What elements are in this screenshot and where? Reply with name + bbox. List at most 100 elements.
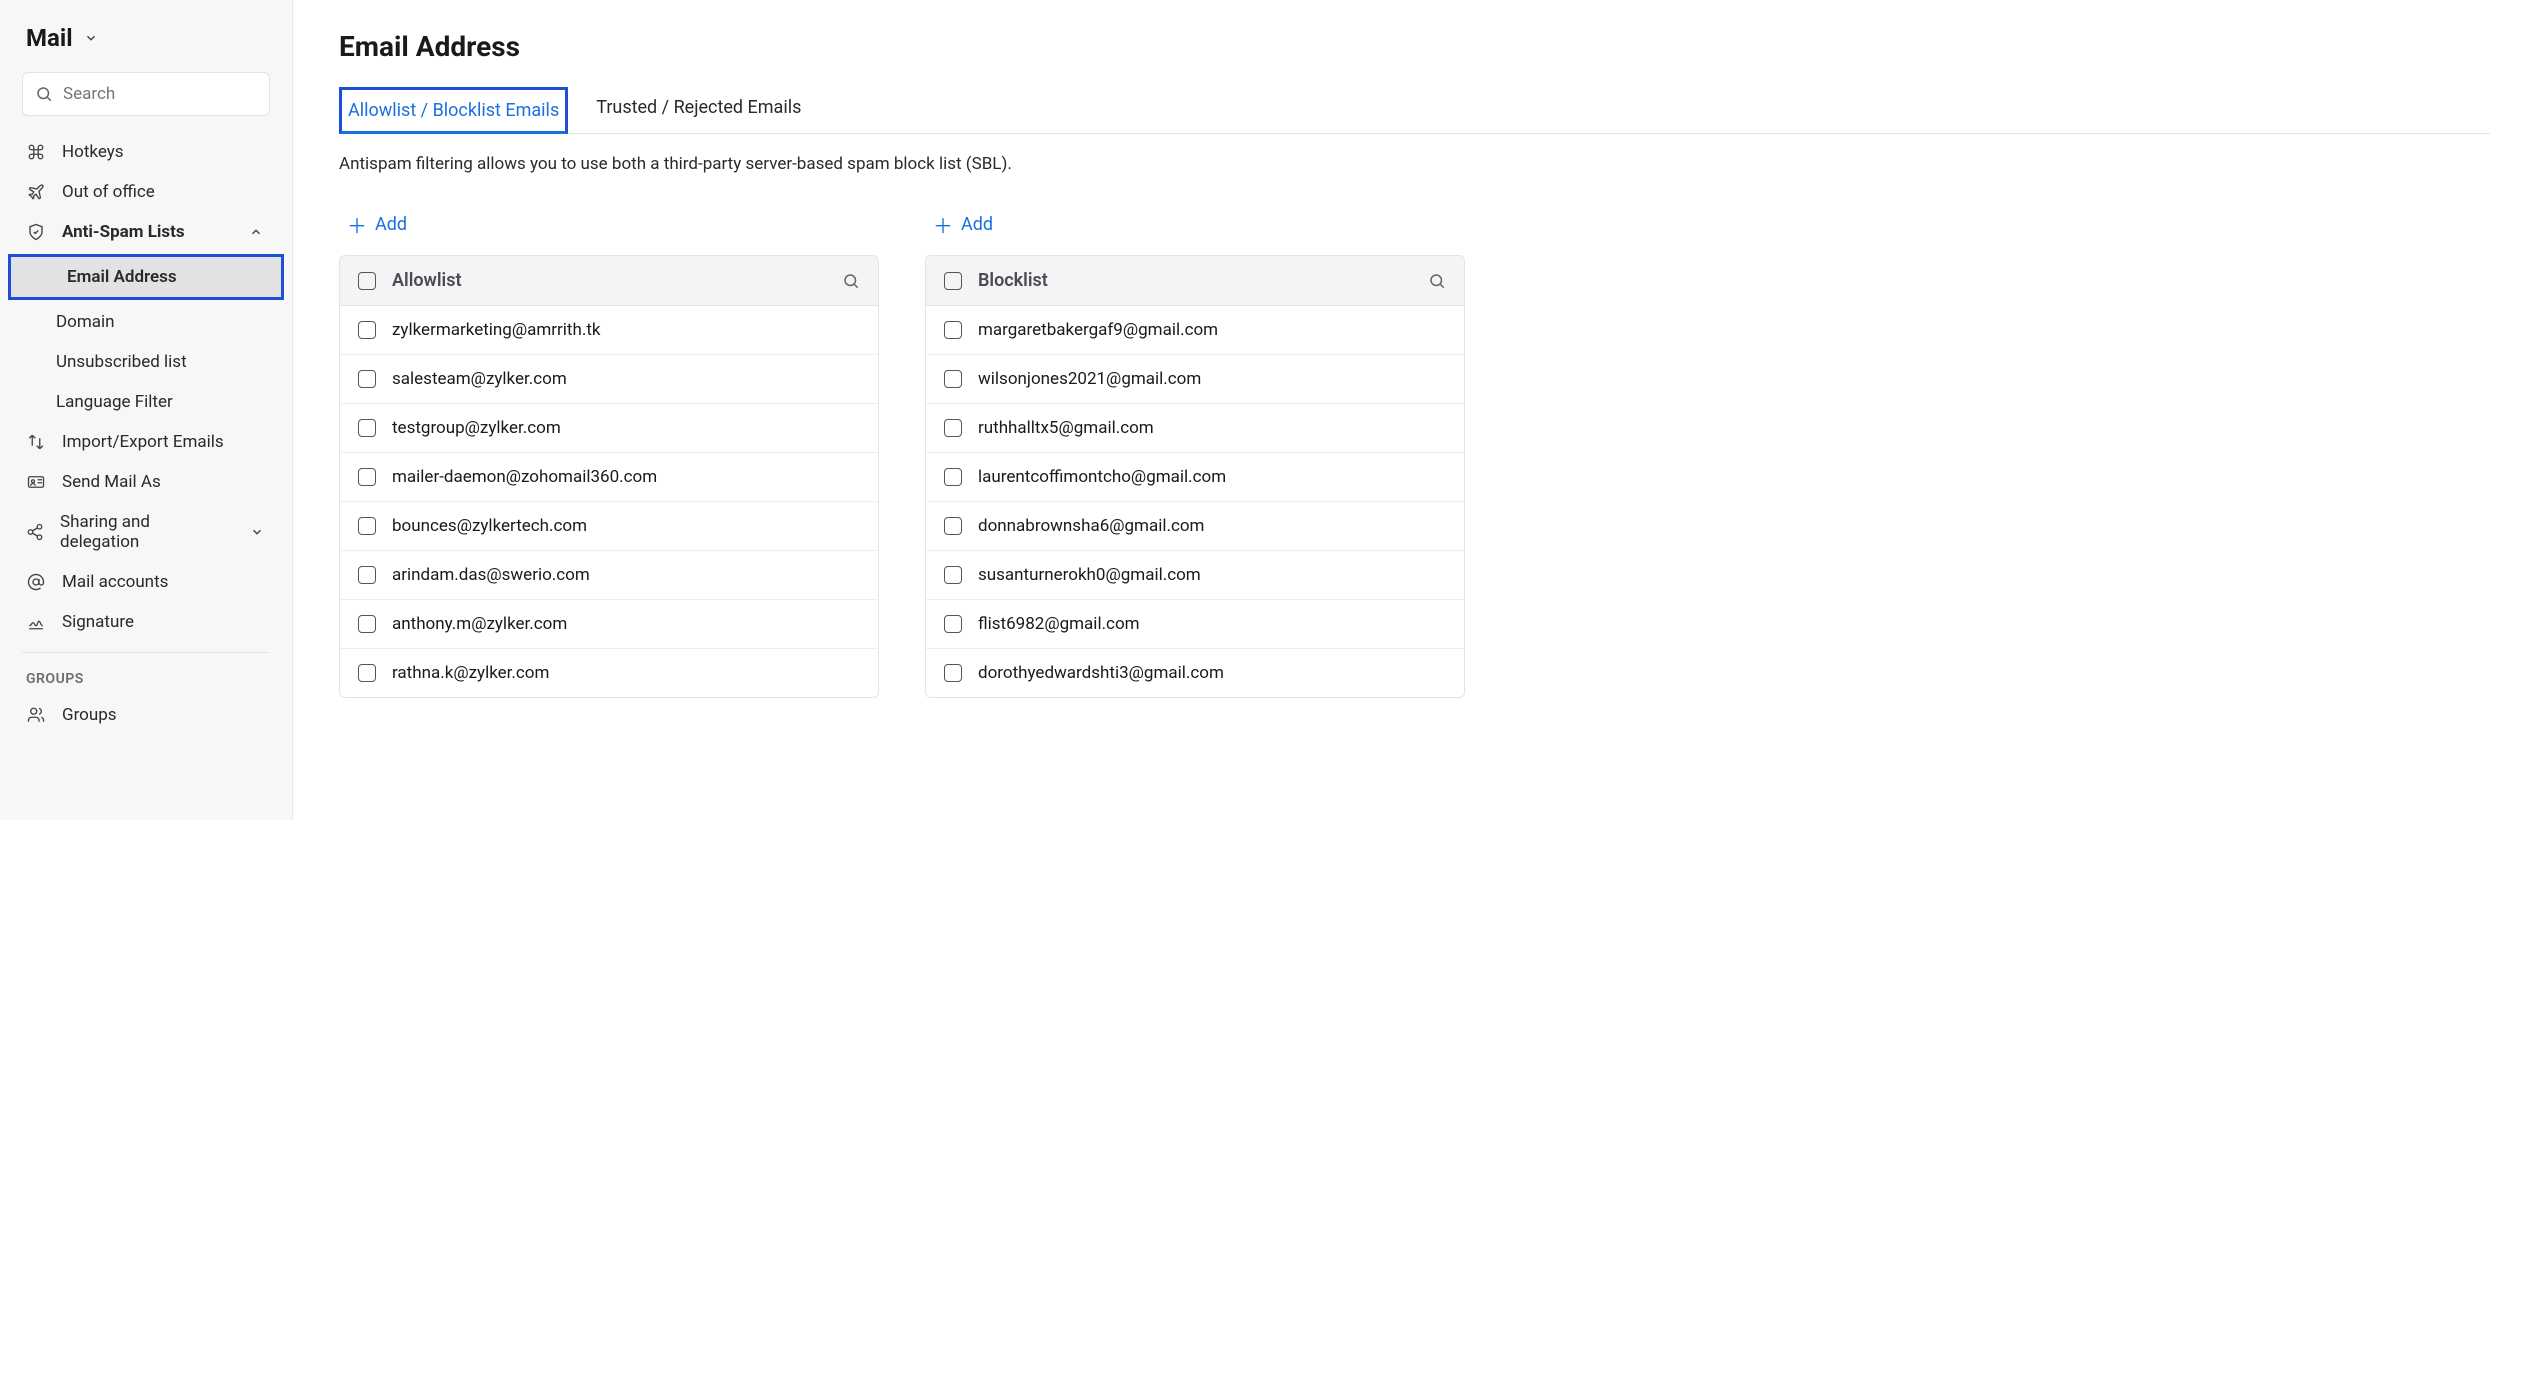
blocklist-row-email: margaretbakergaf9@gmail.com — [978, 320, 1218, 340]
allowlist-row[interactable]: rathna.k@zylker.com — [340, 649, 878, 697]
allowlist-row-checkbox[interactable] — [358, 566, 376, 584]
tab-allowlist-blocklist[interactable]: Allowlist / Blocklist Emails — [339, 87, 568, 134]
allowlist-row[interactable]: zylkermarketing@amrrith.tk — [340, 306, 878, 355]
sidebar-subitem-label: Unsubscribed list — [56, 352, 187, 372]
sidebar-item-send-mail-as[interactable]: Send Mail As — [0, 462, 292, 502]
at-sign-icon — [26, 572, 46, 592]
allowlist-row[interactable]: testgroup@zylker.com — [340, 404, 878, 453]
sidebar-item-hotkeys[interactable]: Hotkeys — [0, 132, 292, 172]
allowlist-row-email: anthony.m@zylker.com — [392, 614, 567, 634]
app-label: Mail — [26, 24, 73, 52]
blocklist-title: Blocklist — [978, 270, 1412, 291]
page-title: Email Address — [339, 30, 2490, 63]
sidebar: Mail Hotkeys Out of office Anti-Spam Lis… — [0, 0, 293, 820]
groups-label: GROUPS — [0, 663, 292, 695]
tab-trusted-rejected[interactable]: Trusted / Rejected Emails — [590, 87, 807, 133]
blocklist-row-email: wilsonjones2021@gmail.com — [978, 369, 1201, 389]
sidebar-item-out-of-office[interactable]: Out of office — [0, 172, 292, 212]
allowlist-row-checkbox[interactable] — [358, 419, 376, 437]
sidebar-subitem-label: Domain — [56, 312, 115, 332]
main-content: Email Address Allowlist / Blocklist Emai… — [293, 0, 2536, 820]
allowlist-row[interactable]: mailer-daemon@zohomail360.com — [340, 453, 878, 502]
share-icon — [26, 522, 44, 542]
command-icon — [26, 142, 46, 162]
mail-dropdown[interactable]: Mail — [0, 20, 292, 72]
blocklist-row-email: laurentcoffimontcho@gmail.com — [978, 467, 1226, 487]
sidebar-item-label: Groups — [62, 705, 117, 725]
blocklist-row-checkbox[interactable] — [944, 419, 962, 437]
plus-icon: ＋ — [347, 210, 367, 239]
sidebar-item-label: Send Mail As — [62, 472, 161, 492]
blocklist-row-checkbox[interactable] — [944, 517, 962, 535]
allowlist-header: Allowlist — [340, 256, 878, 306]
blocklist-row-checkbox[interactable] — [944, 615, 962, 633]
sidebar-item-label: Mail accounts — [62, 572, 168, 592]
blocklist-row[interactable]: flist6982@gmail.com — [926, 600, 1464, 649]
blocklist-row[interactable]: margaretbakergaf9@gmail.com — [926, 306, 1464, 355]
allowlist-row[interactable]: bounces@zylkertech.com — [340, 502, 878, 551]
blocklist-row[interactable]: ruthhalltx5@gmail.com — [926, 404, 1464, 453]
allowlist-row-checkbox[interactable] — [358, 517, 376, 535]
allowlist-row[interactable]: arindam.das@swerio.com — [340, 551, 878, 600]
sidebar-subitem-label: Language Filter — [56, 392, 173, 412]
allowlist-row-email: testgroup@zylker.com — [392, 418, 561, 438]
search-input[interactable] — [22, 72, 270, 116]
sidebar-subitem-unsubscribed[interactable]: Unsubscribed list — [0, 342, 292, 382]
sidebar-item-label: Hotkeys — [62, 142, 124, 162]
select-all-blocklist-checkbox[interactable] — [944, 272, 962, 290]
allowlist-row-checkbox[interactable] — [358, 468, 376, 486]
allowlist-row[interactable]: salesteam@zylker.com — [340, 355, 878, 404]
allowlist-panel: Allowlist zylkermarketing@amrrith.tk sale… — [339, 255, 879, 698]
allowlist-row-checkbox[interactable] — [358, 664, 376, 682]
chevron-down-icon — [81, 28, 101, 48]
blocklist-row-email: dorothyedwardshti3@gmail.com — [978, 663, 1224, 683]
search-field[interactable] — [63, 84, 285, 104]
sidebar-subitem-label: Email Address — [67, 267, 177, 287]
chevron-down-icon — [248, 522, 266, 542]
sidebar-item-label: Out of office — [62, 182, 155, 202]
blocklist-row-checkbox[interactable] — [944, 566, 962, 584]
allowlist-row-checkbox[interactable] — [358, 370, 376, 388]
sidebar-subitem-language-filter[interactable]: Language Filter — [0, 382, 292, 422]
allowlist-row-email: salesteam@zylker.com — [392, 369, 567, 389]
blocklist-row[interactable]: wilsonjones2021@gmail.com — [926, 355, 1464, 404]
sidebar-item-label: Signature — [62, 612, 134, 632]
chevron-up-icon — [246, 222, 266, 242]
blocklist-row[interactable]: donnabrownsha6@gmail.com — [926, 502, 1464, 551]
blocklist-row-email: susanturnerokh0@gmail.com — [978, 565, 1201, 585]
sidebar-subitem-email-address[interactable]: Email Address — [8, 254, 284, 300]
sidebar-item-mail-accounts[interactable]: Mail accounts — [0, 562, 292, 602]
sidebar-item-import-export[interactable]: Import/Export Emails — [0, 422, 292, 462]
blocklist-row[interactable]: laurentcoffimontcho@gmail.com — [926, 453, 1464, 502]
blocklist-row-checkbox[interactable] — [944, 321, 962, 339]
sidebar-subitem-domain[interactable]: Domain — [0, 302, 292, 342]
add-allowlist-button[interactable]: ＋ Add — [339, 204, 879, 255]
blocklist-row[interactable]: dorothyedwardshti3@gmail.com — [926, 649, 1464, 697]
sidebar-item-anti-spam-lists[interactable]: Anti-Spam Lists — [0, 212, 292, 252]
blocklist-row-checkbox[interactable] — [944, 468, 962, 486]
sidebar-item-sharing-delegation[interactable]: Sharing and delegation — [0, 502, 292, 562]
search-blocklist-icon[interactable] — [1428, 272, 1446, 290]
allowlist-row-email: bounces@zylkertech.com — [392, 516, 587, 536]
sidebar-item-label: Import/Export Emails — [62, 432, 224, 452]
blocklist-row-checkbox[interactable] — [944, 370, 962, 388]
sidebar-item-groups[interactable]: Groups — [0, 695, 292, 735]
blocklist-row-email: donnabrownsha6@gmail.com — [978, 516, 1204, 536]
add-blocklist-button[interactable]: ＋ Add — [925, 204, 1465, 255]
allowlist-row-checkbox[interactable] — [358, 615, 376, 633]
allowlist-title: Allowlist — [392, 270, 826, 291]
add-label: Add — [961, 214, 993, 235]
sidebar-item-label: Sharing and delegation — [60, 512, 216, 552]
allowlist-row[interactable]: anthony.m@zylker.com — [340, 600, 878, 649]
search-allowlist-icon[interactable] — [842, 272, 860, 290]
blocklist-header: Blocklist — [926, 256, 1464, 306]
search-icon — [35, 84, 53, 104]
blocklist-row[interactable]: susanturnerokh0@gmail.com — [926, 551, 1464, 600]
sidebar-item-signature[interactable]: Signature — [0, 602, 292, 642]
allowlist-row-email: rathna.k@zylker.com — [392, 663, 549, 683]
select-all-allowlist-checkbox[interactable] — [358, 272, 376, 290]
description-text: Antispam filtering allows you to use bot… — [339, 154, 2490, 174]
allowlist-row-checkbox[interactable] — [358, 321, 376, 339]
blocklist-row-checkbox[interactable] — [944, 664, 962, 682]
id-card-icon — [26, 472, 46, 492]
